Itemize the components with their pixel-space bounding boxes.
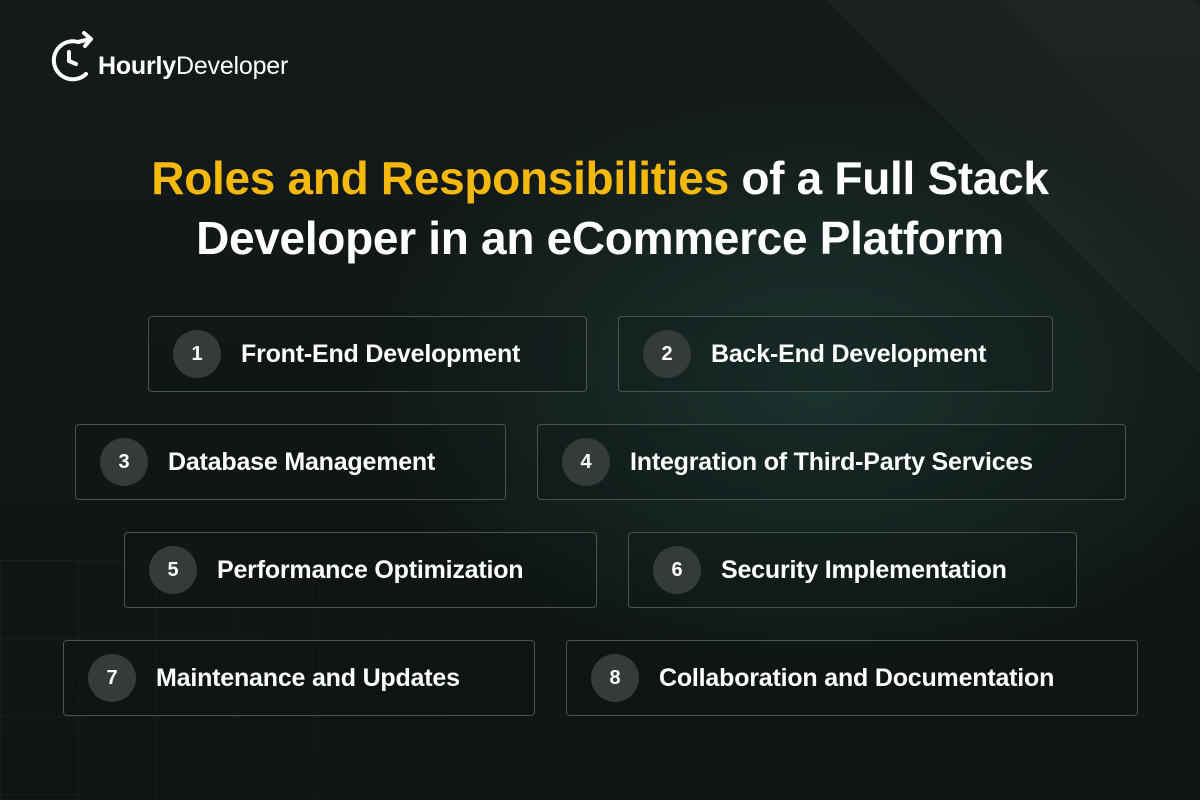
title-line-1: Roles and Responsibilities of a Full Sta… — [0, 148, 1200, 208]
infographic-canvas: HourlyDeveloper Roles and Responsibiliti… — [0, 0, 1200, 800]
item-label: Collaboration and Documentation — [659, 663, 1055, 692]
item-number-badge: 6 — [653, 546, 701, 594]
item-number-badge: 2 — [643, 330, 691, 378]
responsibility-item-1: 1 Front-End Development — [148, 316, 587, 392]
responsibility-item-3: 3 Database Management — [75, 424, 506, 500]
item-number-badge: 3 — [100, 438, 148, 486]
item-number-badge: 1 — [173, 330, 221, 378]
title-rest: of a Full Stack — [728, 152, 1049, 204]
item-number-badge: 7 — [88, 654, 136, 702]
brand-name: HourlyDeveloper — [98, 52, 288, 81]
responsibility-item-5: 5 Performance Optimization — [124, 532, 597, 608]
item-number-badge: 4 — [562, 438, 610, 486]
item-label: Database Management — [168, 447, 436, 476]
item-label: Back-End Development — [711, 339, 987, 368]
brand-name-regular: Developer — [175, 52, 289, 80]
item-label: Performance Optimization — [217, 555, 524, 584]
brand-logo: HourlyDeveloper — [48, 30, 288, 88]
responsibility-item-8: 8 Collaboration and Documentation — [566, 640, 1138, 716]
responsibility-item-2: 2 Back-End Development — [618, 316, 1053, 392]
item-label: Maintenance and Updates — [156, 663, 460, 692]
item-label: Front-End Development — [241, 339, 521, 368]
page-title: Roles and Responsibilities of a Full Sta… — [0, 148, 1200, 268]
responsibility-item-7: 7 Maintenance and Updates — [63, 640, 535, 716]
clock-arrow-icon — [51, 31, 93, 82]
responsibility-item-4: 4 Integration of Third-Party Services — [537, 424, 1126, 500]
responsibility-item-6: 6 Security Implementation — [628, 532, 1077, 608]
title-highlight: Roles and Responsibilities — [151, 152, 729, 204]
item-label: Integration of Third-Party Services — [630, 447, 1033, 476]
item-number-badge: 5 — [149, 546, 197, 594]
title-line-2: Developer in an eCommerce Platform — [196, 212, 1004, 264]
brand-name-bold: Hourly — [98, 52, 176, 80]
item-label: Security Implementation — [721, 555, 1007, 584]
item-number-badge: 8 — [591, 654, 639, 702]
